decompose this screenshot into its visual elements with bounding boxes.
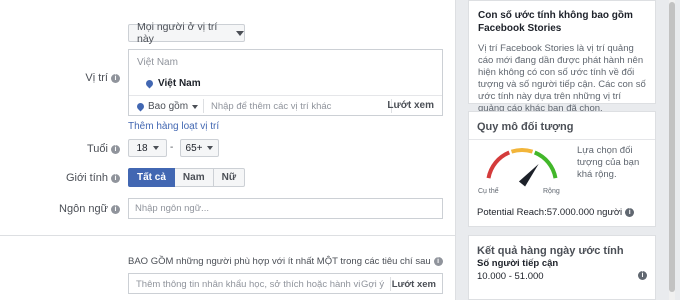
age-label: Tuổi [87, 143, 108, 155]
divider [203, 99, 204, 113]
age-label-row: Tuổi i [87, 143, 120, 155]
potential-reach-text: Potential Reach:57.000.000 người [477, 207, 623, 218]
scrollbar-thumb[interactable] [669, 2, 675, 292]
daily-results-card: Kết quả hàng ngày ước tính Số người tiếp… [468, 235, 656, 300]
detailed-targeting-input[interactable]: Thêm thông tin nhân khẩu học, sở thích h… [136, 279, 360, 290]
detailed-targeting-title-text: BAO GỒM những người phù hợp với ít nhất … [128, 256, 431, 267]
language-label-row: Ngôn ngữ i [59, 203, 120, 215]
language-placeholder: Nhập ngôn ngữ... [135, 203, 209, 214]
stories-notice-body: Vị trí Facebook Stories là vị trí quảng … [478, 43, 646, 114]
gender-label: Giới tính [65, 172, 108, 184]
age-separator: - [170, 142, 174, 153]
location-pin-icon [144, 78, 155, 89]
location-pin-icon [135, 101, 146, 112]
include-label: Bao gồm [148, 101, 189, 112]
audience-size-title: Quy mô đối tượng [477, 121, 574, 133]
info-icon[interactable]: i [625, 208, 635, 217]
location-mode-label: Mọi người ở vị trí này [137, 21, 218, 45]
gender-female-button[interactable]: Nữ [213, 168, 246, 187]
stories-notice-card: Con số ước tính không bao gồm Facebook S… [468, 0, 656, 114]
reach-value: 10.000 - 51.000 [477, 271, 544, 282]
bulk-locations-link[interactable]: Thêm hàng loạt vị trí [128, 121, 219, 132]
audience-size-description: Lựa chọn đối tượng của bạn khá rộng. [577, 145, 640, 180]
chevron-down-icon [236, 30, 244, 36]
country-header: Việt Nam [137, 57, 178, 68]
info-icon[interactable]: i [111, 204, 120, 214]
location-mode-dropdown[interactable]: Mọi người ở vị trí này [128, 21, 245, 45]
language-label: Ngôn ngữ [59, 203, 108, 215]
age-max-dropdown[interactable]: 65+ [180, 139, 219, 157]
browse-locations-button[interactable]: Lướt xem [387, 100, 434, 111]
detailed-targeting-title: BAO GỒM những người phù hợp với ít nhất … [128, 256, 443, 267]
chevron-down-icon [192, 104, 199, 109]
gender-selector: Tất cả Nam Nữ [128, 168, 246, 187]
gauge-green-arc [533, 150, 558, 179]
chevron-down-icon [152, 146, 159, 150]
location-box: Việt Nam Việt Nam Bao gồm Nhập để thêm c… [128, 49, 443, 116]
include-dropdown[interactable]: Bao gồm [135, 101, 199, 112]
scrollbar[interactable] [669, 0, 675, 300]
detailed-targeting-box: Thêm thông tin nhân khẩu học, sở thích h… [128, 273, 443, 294]
location-label: Vị trí [85, 72, 108, 84]
age-max-value: 65+ [185, 142, 203, 154]
gender-all-button[interactable]: Tất cả [128, 168, 175, 187]
age-min-dropdown[interactable]: 18 [128, 139, 167, 157]
info-icon[interactable]: i [111, 173, 120, 183]
browse-detailed-button[interactable]: Lướt xem [392, 279, 436, 290]
info-icon[interactable]: i [111, 73, 120, 83]
info-icon[interactable]: i [433, 257, 443, 266]
gauge-right-label: Rộng [543, 188, 560, 195]
audience-gauge: Cụ thể Rộng [478, 148, 560, 195]
chevron-down-icon [207, 146, 214, 150]
language-input[interactable]: Nhập ngôn ngữ... [128, 198, 443, 219]
suggestions-button[interactable]: Gợi ý [361, 279, 384, 290]
daily-results-title: Kết quả hàng ngày ước tính [477, 245, 624, 257]
reach-label: Số người tiếp cận [477, 258, 559, 269]
potential-reach-row: Potential Reach:57.000.000 người i [477, 207, 635, 218]
gauge-red-arc [486, 150, 511, 179]
audience-panel: Mọi người ở vị trí này Vị trí i Việt Nam… [0, 0, 456, 300]
location-label-row: Vị trí i [85, 72, 120, 84]
age-min-value: 18 [136, 142, 148, 154]
selected-location[interactable]: Việt Nam [144, 78, 201, 89]
location-input[interactable]: Nhập để thêm các vị trí khác [211, 101, 331, 112]
section-divider [0, 235, 456, 236]
gauge-needle [518, 164, 539, 187]
gauge-yellow-arc [510, 148, 534, 154]
audience-size-card: Quy mô đối tượng Cụ thể Rộng Lựa chọn đố… [468, 111, 656, 227]
gauge-left-label: Cụ thể [478, 187, 499, 195]
gender-male-button[interactable]: Nam [174, 168, 214, 187]
info-icon[interactable]: i [638, 271, 647, 280]
selected-location-label: Việt Nam [158, 78, 201, 89]
gender-label-row: Giới tính i [66, 172, 120, 184]
info-icon[interactable]: i [111, 144, 120, 154]
stories-notice-title: Con số ước tính không bao gồm Facebook S… [478, 10, 633, 34]
divider [129, 95, 442, 96]
